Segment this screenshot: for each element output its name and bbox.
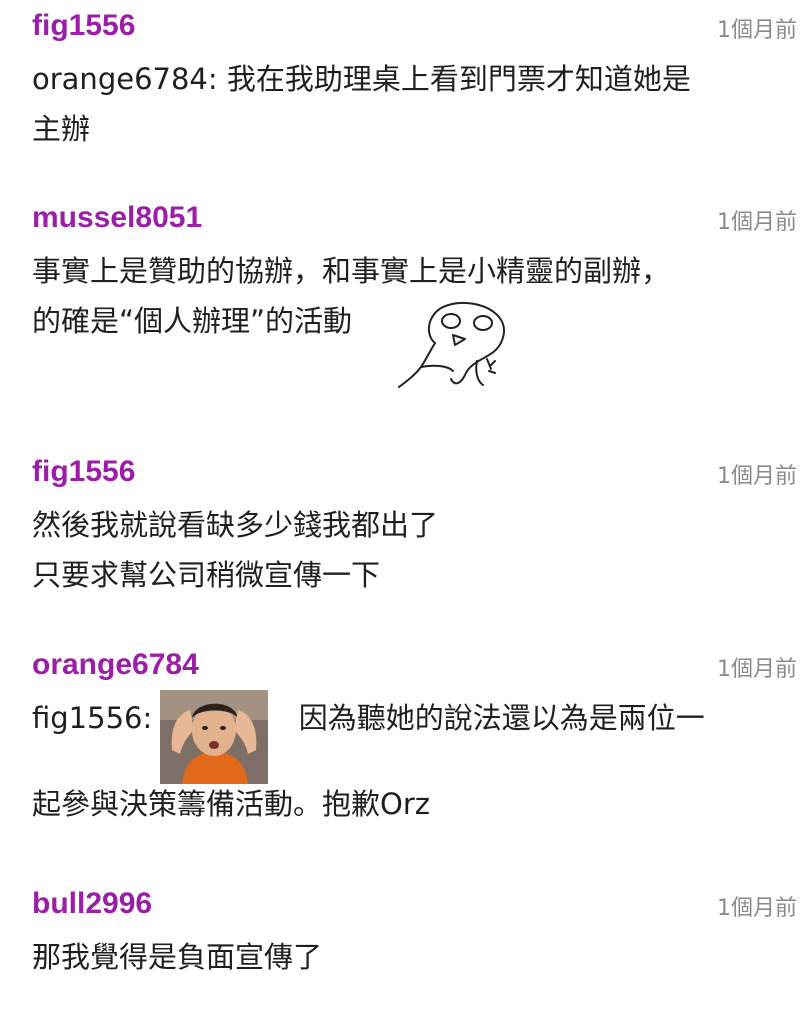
comment-item: fig1556 1個月前 orange6784: 我在我助理桌上看到門票才知道她… bbox=[0, 0, 805, 180]
comment-username[interactable]: fig1556 bbox=[32, 454, 135, 490]
comment-text-line: 然後我就說看缺多少錢我都出了 bbox=[32, 508, 439, 542]
comment-item: fig1556 1個月前 然後我就說看缺多少錢我都出了 只要求幫公司稍微宣傳一下 bbox=[0, 440, 805, 630]
comment-timestamp: 1個月前 bbox=[717, 210, 797, 235]
comment-username[interactable]: mussel8051 bbox=[32, 200, 202, 236]
comment-text-line: 起參與決策籌備活動。抱歉Orz bbox=[32, 787, 430, 821]
comment-timestamp: 1個月前 bbox=[717, 464, 797, 489]
comment-timestamp: 1個月前 bbox=[717, 896, 797, 921]
comment-item: mussel8051 1個月前 事實上是贊助的協辦，和事實上是小精靈的副辦， 的… bbox=[0, 190, 805, 430]
comment-text: 那我覺得是負面宣傳了 bbox=[32, 932, 782, 982]
comment-item: bull2996 1個月前 那我覺得是負面宣傳了 bbox=[0, 880, 805, 1024]
comment-text-line: 那我覺得是負面宣傳了 bbox=[32, 940, 323, 974]
comment-timestamp: 1個月前 bbox=[717, 657, 797, 682]
comment-text-line: orange6784: 我在我助理桌上看到門票才知道她是 bbox=[32, 62, 691, 96]
comment-username[interactable]: fig1556 bbox=[32, 8, 135, 44]
mention-link[interactable]: fig1556: bbox=[32, 701, 152, 735]
comment-item: orange6784 1個月前 fig1556: 因為聽她的說法還以為是兩位一 … bbox=[0, 635, 805, 875]
comment-text: 然後我就說看缺多少錢我都出了 只要求幫公司稍微宣傳一下 bbox=[32, 500, 782, 600]
comment-text-line: 主辦 bbox=[32, 112, 91, 146]
comment-text: fig1556: 因為聽她的說法還以為是兩位一 起參與決策籌備活動。抱歉Orz bbox=[32, 693, 782, 829]
comment-text-line: 只要求幫公司稍微宣傳一下 bbox=[32, 558, 381, 592]
comment-text-segment: 因為聽她的說法還以為是兩位一 bbox=[298, 701, 705, 735]
comment-username[interactable]: bull2996 bbox=[32, 886, 152, 922]
comment-text-line: 事實上是贊助的協辦，和事實上是小精靈的副辦， bbox=[32, 254, 671, 288]
ghost-doodle-sticker bbox=[398, 301, 505, 388]
comment-text: orange6784: 我在我助理桌上看到門票才知道她是 主辦 bbox=[32, 54, 782, 154]
comment-text-line: fig1556: 因為聽她的說法還以為是兩位一 bbox=[32, 693, 782, 743]
face-palm-sticker bbox=[160, 690, 268, 784]
comment-timestamp: 1個月前 bbox=[717, 18, 797, 43]
comment-username[interactable]: orange6784 bbox=[32, 647, 199, 683]
